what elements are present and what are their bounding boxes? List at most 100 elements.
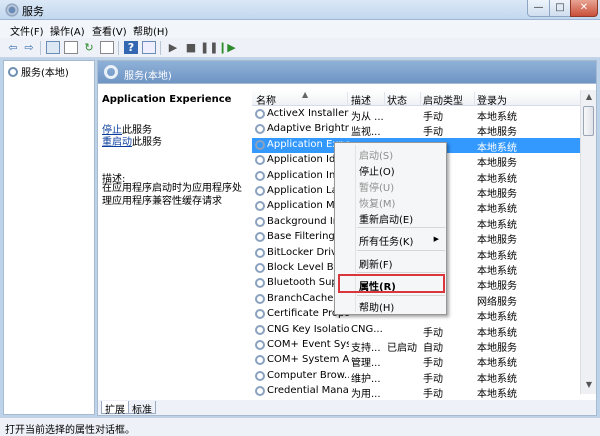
maximize-button[interactable]: □ <box>549 0 571 17</box>
toolbar-separator <box>40 41 41 55</box>
cell-startup: 手动 <box>423 373 443 385</box>
vertical-scrollbar[interactable]: ▲ ▼ <box>580 90 596 394</box>
export-icon[interactable] <box>100 41 114 54</box>
description-text: 在应用程序启动时为应用程序处理应用程序兼容性缓存请求 <box>102 183 242 207</box>
cell-desc: CNG... <box>351 323 383 335</box>
menu-item-all-tasks[interactable]: 所有任务(K) <box>359 233 413 248</box>
cell-logon: 本地系统 <box>477 204 517 216</box>
service-gear-icon <box>255 324 265 335</box>
menu-separator <box>357 295 445 296</box>
cell-logon: 本地系统 <box>477 327 517 339</box>
refresh-icon[interactable]: ↻ <box>82 41 96 54</box>
pause-icon[interactable]: ❚❚ <box>200 41 218 54</box>
cell-startup: 自动 <box>423 343 443 354</box>
list-header: 名称 ▲ 描述 状态 启动类型 登录为 <box>252 90 582 107</box>
menu-item-help[interactable]: 帮助(H) <box>359 299 394 314</box>
service-gear-icon <box>255 340 265 350</box>
view-icon[interactable] <box>46 41 60 54</box>
table-row[interactable]: COM+ Event Sys...支持... 已启动自动 本地服务 <box>252 338 582 354</box>
cell-status: 已启动 <box>387 343 417 354</box>
column-status[interactable]: 状态 <box>387 92 421 107</box>
service-gear-icon <box>255 370 265 381</box>
service-gear-icon <box>255 247 265 258</box>
help-icon[interactable]: ? <box>124 41 138 54</box>
cell-startup: 手动 <box>423 112 443 123</box>
menu-separator <box>357 250 445 251</box>
cell-logon: 本地系统 <box>477 250 517 262</box>
back-icon[interactable]: ⇦ <box>6 41 20 54</box>
tree-item-services-local[interactable]: 服务(本地) <box>8 64 69 79</box>
restart-icon[interactable]: ❙▶ <box>218 41 236 54</box>
cell-logon: 本地服务 <box>477 281 517 293</box>
menu-item-resume[interactable]: 恢复(M) <box>359 195 395 210</box>
cell-desc: 为从 ... <box>351 112 384 123</box>
menu-bar: 文件(F) 操作(A) 查看(V) 帮助(H) <box>0 20 600 38</box>
service-gear-icon <box>255 155 265 166</box>
cell-logon: 本地服务 <box>477 158 517 170</box>
status-text: 打开当前选择的属性对话框。 <box>5 425 135 436</box>
column-logon-as[interactable]: 登录为 <box>477 92 537 107</box>
cell-startup: 手动 <box>423 389 443 400</box>
cell-name: ActiveX Installer ... <box>267 108 349 119</box>
column-startup-type[interactable]: 启动类型 <box>423 92 475 107</box>
menu-view[interactable]: 查看(V) <box>92 23 127 38</box>
play-icon[interactable]: ▶ <box>166 41 180 54</box>
forward-icon[interactable]: ⇨ <box>22 41 36 54</box>
table-row[interactable]: Credential Mana...为用... 手动 本地系统 <box>252 384 582 400</box>
menu-file[interactable]: 文件(F) <box>10 23 44 38</box>
service-gear-icon <box>255 263 265 273</box>
scroll-up-icon[interactable]: ▲ <box>583 92 595 104</box>
table-row[interactable]: Computer Brow... 维护... 手动 本地系统 <box>252 369 582 385</box>
service-gear-icon <box>255 216 265 227</box>
cell-name: Adaptive Brightn... <box>267 123 349 135</box>
cell-logon: 本地系统 <box>477 358 517 370</box>
column-description[interactable]: 描述 <box>351 92 385 107</box>
menu-help[interactable]: 帮助(H) <box>133 23 168 38</box>
stop-icon[interactable]: ■ <box>184 41 198 54</box>
cell-desc: 支持... <box>351 343 381 354</box>
description-pane: Application Experience 停止此服务 重启动此服务 描述: … <box>98 84 252 400</box>
scroll-down-icon[interactable]: ▼ <box>583 380 595 392</box>
services-app-icon <box>5 3 19 17</box>
cell-logon: 本地系统 <box>477 173 517 185</box>
service-gear-icon <box>255 386 265 397</box>
tab-extended[interactable]: 扩展 <box>101 401 129 416</box>
menu-action[interactable]: 操作(A) <box>50 23 85 38</box>
column-name[interactable]: 名称 ▲ <box>256 90 348 107</box>
menu-item-stop[interactable]: 停止(O) <box>359 163 395 178</box>
scroll-thumb[interactable] <box>583 106 594 136</box>
table-row[interactable]: ActiveX Installer ...为从 ... 手动 本地系统 <box>252 107 582 123</box>
service-gear-icon <box>255 278 265 289</box>
cell-name: COM+ Event Sys... <box>267 339 349 350</box>
cell-logon: 本地系统 <box>477 389 517 400</box>
service-gear-icon <box>255 170 265 181</box>
menu-item-start[interactable]: 启动(S) <box>359 147 393 162</box>
menu-item-pause[interactable]: 暂停(U) <box>359 179 394 194</box>
service-name: Application Experience <box>102 94 232 105</box>
tree-pane: 服务(本地) <box>3 60 95 415</box>
cell-name: Computer Brow... <box>267 369 349 381</box>
cell-logon: 本地服务 <box>477 235 517 247</box>
cell-startup: 手动 <box>423 327 443 339</box>
cell-name: COM+ System A... <box>267 354 349 366</box>
restart-service-link[interactable]: 重启动 <box>102 137 132 148</box>
tab-standard[interactable]: 标准 <box>128 401 156 416</box>
close-button[interactable]: ✕ <box>570 0 598 17</box>
menu-item-refresh[interactable]: 刷新(F) <box>359 256 393 271</box>
gear-icon <box>104 65 118 79</box>
menu-item-restart[interactable]: 重新启动(E) <box>359 211 413 226</box>
properties-icon[interactable] <box>64 41 78 54</box>
service-gear-icon <box>255 139 265 150</box>
table-row[interactable]: Adaptive Brightn...监视... 手动 本地服务 <box>252 122 582 138</box>
table-row[interactable]: CNG Key Isolation CNG... 手动 本地系统 <box>252 323 582 339</box>
table-row[interactable]: COM+ System A...管理... 手动 本地系统 <box>252 353 582 370</box>
service-gear-icon <box>255 309 265 320</box>
context-menu: 启动(S) 停止(O) 暂停(U) 恢复(M) 重新启动(E) 所有任务(K) … <box>334 142 447 315</box>
minimize-button[interactable]: — <box>527 0 550 17</box>
view2-icon[interactable] <box>142 41 156 54</box>
toolbar-separator <box>160 41 161 55</box>
service-gear-icon <box>255 355 265 366</box>
cell-logon: 本地系统 <box>477 219 517 231</box>
properties-highlight-box <box>338 274 445 293</box>
gear-icon <box>8 67 18 77</box>
